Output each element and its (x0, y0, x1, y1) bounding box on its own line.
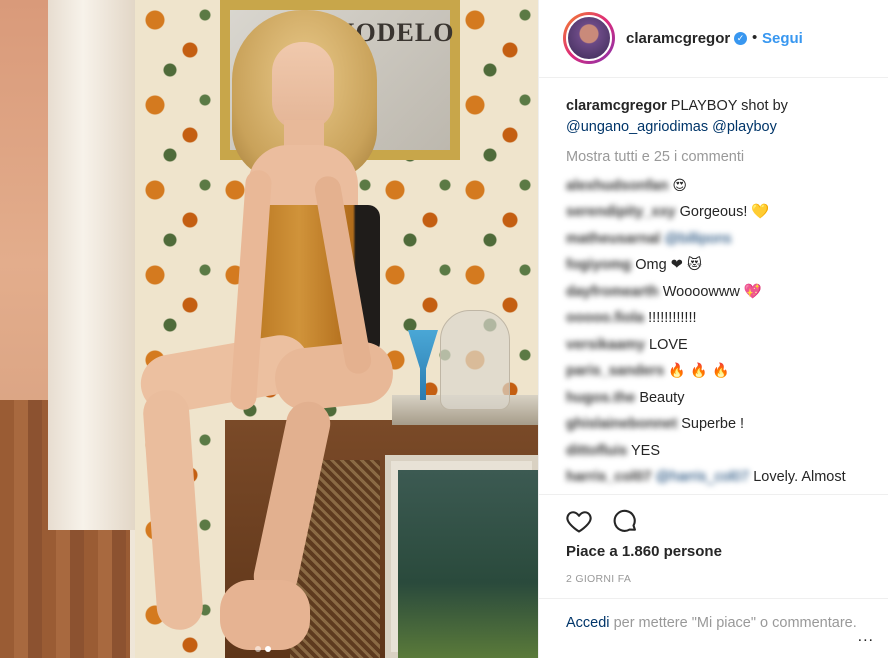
comment-username[interactable]: ghislainebonnet (566, 416, 677, 432)
post-date: 2 GIORNI FA (566, 573, 632, 585)
comment-text: Lovely. Almost (753, 469, 846, 485)
comment-username[interactable]: serendipity_xxy (566, 204, 676, 220)
carousel-indicator (255, 646, 271, 652)
post-actions (539, 494, 888, 544)
post-header: claramcgregor ✓ • Segui (539, 0, 888, 78)
caption-mention[interactable]: @ungano_agriodimas (566, 119, 708, 135)
header-username[interactable]: claramcgregor (626, 30, 730, 47)
view-all-comments-link[interactable]: Mostra tutti e 25 i commenti (566, 144, 865, 171)
comment-username[interactable]: hugos.the (566, 390, 635, 406)
speech-bubble-icon[interactable] (611, 507, 639, 535)
comment-username[interactable]: dayfromearth (566, 284, 659, 300)
comment-item: ooooo.fiola !!!!!!!!!!!! (566, 305, 865, 332)
comment-text: Beauty (639, 389, 685, 406)
comment-username[interactable]: versikaamy (566, 337, 645, 353)
comment-item: alexhudsonfan 😍 (566, 173, 865, 200)
comment-item: ghislainebonnet Superbe ! (566, 411, 865, 438)
post-sidebar: claramcgregor ✓ • Segui claramcgregor PL… (538, 0, 888, 658)
door-frame (48, 0, 138, 530)
comment-item: dayfromearth Woooowww 💖 (566, 279, 865, 306)
comment-item: hugos.the Beauty (566, 385, 865, 412)
comment-item: serendipity_xxy Gorgeous! 💛 (566, 199, 865, 226)
comment-username[interactable]: harris_col07 (566, 469, 651, 485)
comment-text: Woooowww 💖 (662, 283, 762, 300)
caption-username[interactable]: claramcgregor (566, 98, 667, 114)
post-caption: claramcgregor PLAYBOY shot by @ungano_ag… (566, 96, 865, 138)
model-feet (220, 580, 310, 650)
comment-username[interactable]: fogiyomg (566, 257, 631, 273)
verified-badge-icon: ✓ (734, 32, 747, 45)
comment-item: dittofluis YES (566, 438, 865, 465)
comment-text: YES (631, 442, 661, 459)
comment-item: paris_sanders 🔥 🔥 🔥 (566, 358, 865, 385)
comment-item: harris_col07 @harris_col07 Lovely. Almos… (566, 464, 865, 491)
follow-button[interactable]: Segui (762, 30, 803, 47)
comments-list[interactable]: claramcgregor PLAYBOY shot by @ungano_ag… (539, 78, 888, 494)
comment-username[interactable]: matheusarnal (566, 231, 660, 247)
heart-icon[interactable] (565, 507, 593, 535)
comment-text: Superbe ! (681, 416, 745, 432)
more-options-button[interactable]: ... (858, 628, 874, 646)
likes-count[interactable]: Piace a 1.860 persone (566, 543, 722, 560)
comment-username[interactable]: ooooo.fiola (566, 310, 644, 326)
login-link[interactable]: Accedi (566, 615, 610, 631)
carousel-dot-active[interactable] (265, 646, 271, 652)
avatar-story-ring[interactable] (563, 12, 615, 64)
login-prompt: Accedi per mettere "Mi piace" o commenta… (539, 598, 888, 658)
comment-text: !!!!!!!!!!!! (648, 310, 697, 326)
decanter (440, 310, 510, 410)
comment-username[interactable]: dittofluis (566, 443, 627, 459)
comment-text: Gorgeous! 💛 (679, 204, 770, 220)
login-prompt-text: per mettere "Mi piace" o commentare. (613, 615, 857, 631)
caption-mention[interactable]: @playboy (712, 119, 777, 135)
comment-username[interactable]: alexhudsonfan (566, 178, 668, 194)
comment-text: 🔥 🔥 🔥 (668, 363, 730, 379)
header-separator: • (752, 29, 758, 46)
comment-item: versikaamy LOVE (566, 332, 865, 359)
comment-mention[interactable]: @harris_col07 (655, 469, 749, 485)
model-face (272, 42, 334, 130)
carousel-dot[interactable] (255, 646, 261, 652)
comment-item: matheusarnal @billipons (566, 226, 865, 253)
comment-item: fogiyomg Omg ❤ 😻 (566, 252, 865, 279)
caption-text: PLAYBOY shot by (670, 98, 788, 114)
avatar[interactable] (566, 15, 612, 61)
comment-text: Omg ❤ 😻 (635, 257, 703, 273)
comment-username[interactable]: paris_sanders (566, 363, 664, 379)
post-photo[interactable]: MODELO (0, 0, 538, 658)
aquarium-screen (398, 470, 538, 658)
comment-text: LOVE (649, 336, 688, 353)
comment-text: 😍 (672, 177, 687, 194)
comment-mention[interactable]: @billipons (664, 231, 731, 247)
